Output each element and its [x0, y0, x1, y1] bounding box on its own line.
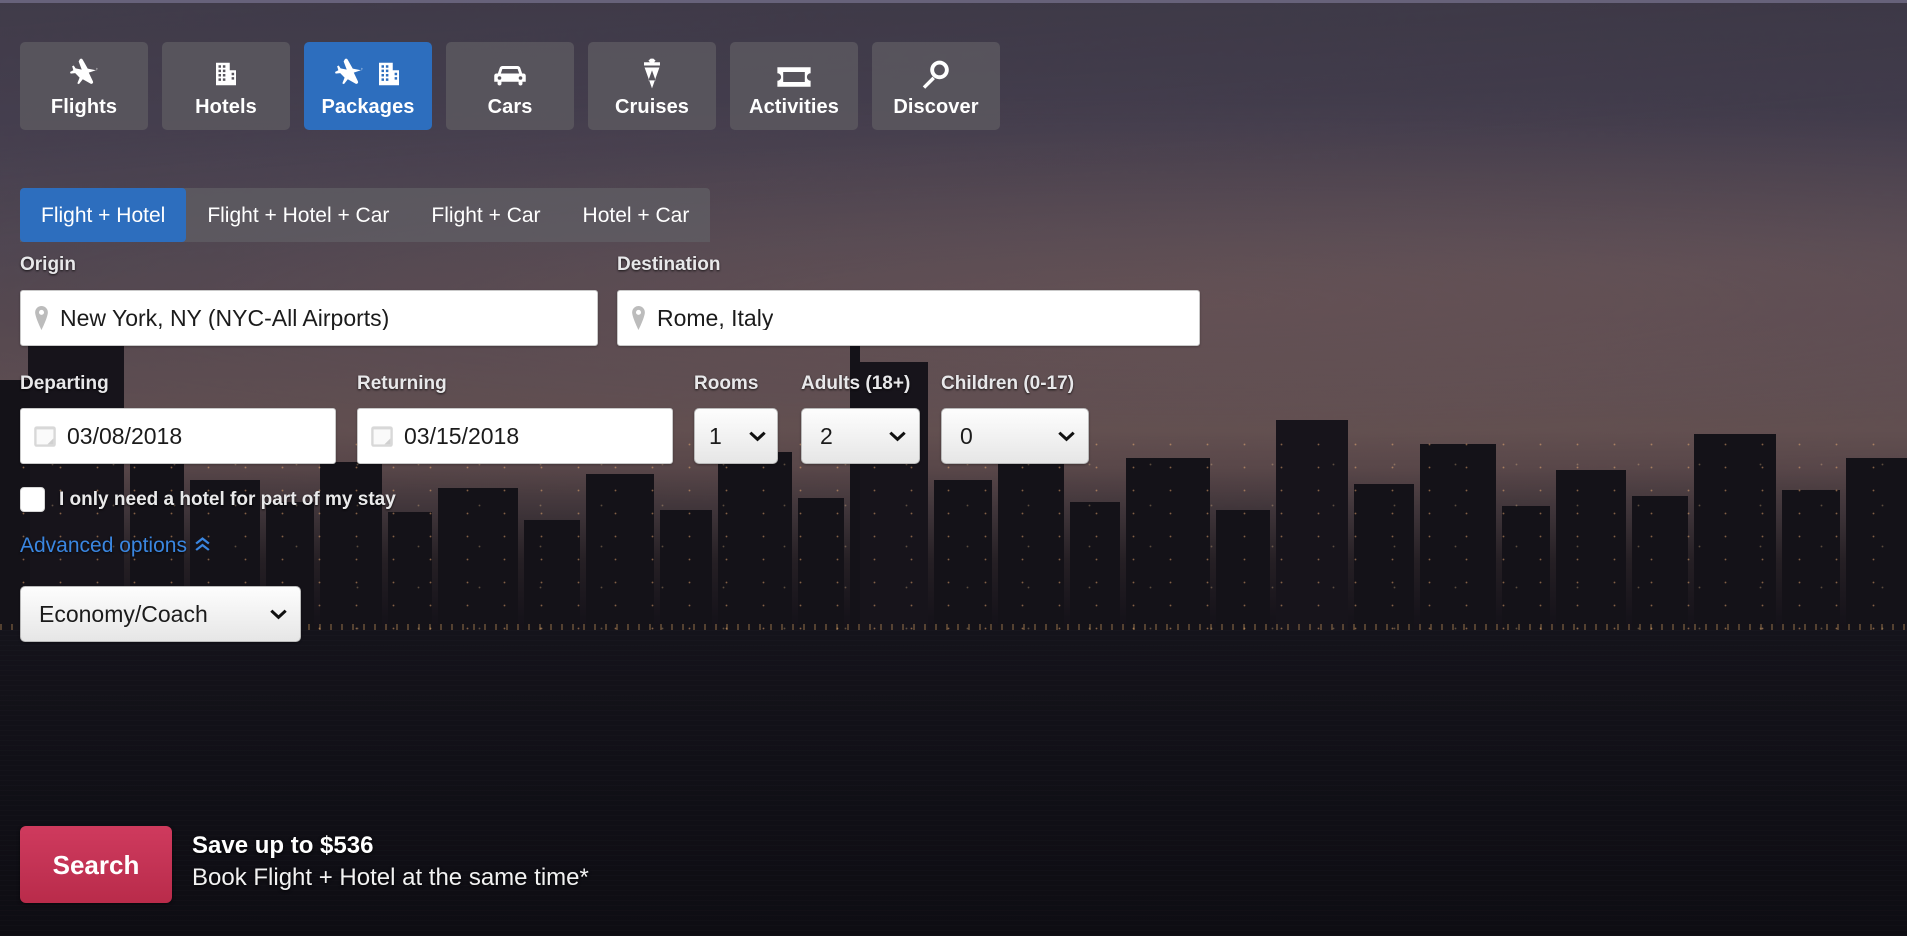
package-tab-flight-car[interactable]: Flight + Car [410, 188, 561, 242]
chevron-down-icon [748, 427, 767, 446]
partial-stay-label: I only need a hotel for part of my stay [59, 490, 396, 509]
origin-label: Origin [20, 255, 76, 274]
departing-date-input[interactable]: 03/08/2018 [20, 408, 336, 464]
product-tab-label: Hotels [195, 97, 257, 117]
advanced-options-toggle[interactable]: Advanced options [20, 535, 211, 556]
product-tab-bar: Flights Hotels [20, 42, 1000, 130]
promo-subline: Book Flight + Hotel at the same time* [192, 862, 589, 894]
product-tab-icons [67, 56, 101, 90]
building-icon [374, 58, 404, 90]
product-tab-flights[interactable]: Flights [20, 42, 148, 130]
partial-stay-checkbox[interactable] [20, 487, 45, 512]
adults-value: 2 [820, 425, 833, 448]
product-tab-label: Flights [51, 97, 117, 117]
double-chevron-up-icon [194, 536, 211, 555]
rooms-select[interactable]: 1 [694, 408, 778, 464]
magnifier-icon [921, 59, 951, 90]
product-tab-icons [776, 56, 812, 90]
product-tab-icons [921, 56, 951, 90]
product-tab-label: Discover [893, 97, 978, 117]
partial-stay-checkbox-row[interactable]: I only need a hotel for part of my stay [20, 487, 396, 512]
product-tab-hotels[interactable]: Hotels [162, 42, 290, 130]
returning-label: Returning [357, 374, 447, 393]
destination-label: Destination [617, 255, 720, 274]
departing-date-value: 03/08/2018 [67, 425, 182, 448]
ship-icon [638, 57, 666, 90]
map-pin-icon [630, 306, 647, 330]
product-tab-icons [492, 56, 528, 90]
product-tab-label: Packages [321, 97, 414, 117]
returning-date-input[interactable]: 03/15/2018 [357, 408, 673, 464]
children-value: 0 [960, 425, 973, 448]
building-icon [211, 58, 241, 90]
adults-select[interactable]: 2 [801, 408, 920, 464]
destination-input[interactable]: Rome, Italy [617, 290, 1200, 346]
promo-message: Save up to $536 Book Flight + Hotel at t… [192, 830, 589, 895]
product-tab-cruises[interactable]: Cruises [588, 42, 716, 130]
cabin-class-value: Economy/Coach [39, 603, 208, 626]
plane-icon [67, 58, 101, 90]
product-tab-icons [211, 56, 241, 90]
package-tab-flight-hotel[interactable]: Flight + Hotel [20, 188, 186, 242]
returning-date-value: 03/15/2018 [404, 425, 519, 448]
plane-icon [332, 58, 366, 90]
rooms-value: 1 [709, 425, 722, 448]
product-tab-label: Activities [749, 97, 839, 117]
product-tab-activities[interactable]: Activities [730, 42, 858, 130]
chevron-down-icon [269, 605, 288, 624]
origin-value: New York, NY (NYC-All Airports) [60, 307, 389, 330]
destination-value: Rome, Italy [657, 307, 773, 330]
package-type-tab-bar: Flight + Hotel Flight + Hotel + Car Flig… [20, 188, 710, 242]
rooms-label: Rooms [694, 374, 758, 393]
children-select[interactable]: 0 [941, 408, 1089, 464]
children-label: Children (0-17) [941, 374, 1074, 393]
car-icon [492, 60, 528, 90]
search-button-label: Search [53, 852, 140, 878]
product-tab-icons [638, 56, 666, 90]
map-pin-icon [33, 306, 50, 330]
promo-headline: Save up to $536 [192, 830, 589, 862]
product-tab-label: Cars [488, 97, 533, 117]
package-tab-flight-hotel-car[interactable]: Flight + Hotel + Car [186, 188, 410, 242]
origin-input[interactable]: New York, NY (NYC-All Airports) [20, 290, 598, 346]
search-button[interactable]: Search [20, 826, 172, 903]
chevron-down-icon [1057, 427, 1076, 446]
calendar-icon [33, 424, 57, 448]
adults-label: Adults (18+) [801, 374, 910, 393]
chevron-down-icon [888, 427, 907, 446]
cabin-class-select[interactable]: Economy/Coach [20, 586, 301, 642]
product-tab-packages[interactable]: Packages [304, 42, 432, 130]
product-tab-icons [332, 56, 404, 90]
departing-label: Departing [20, 374, 109, 393]
travel-search-widget: Flights Hotels [0, 0, 1907, 936]
advanced-options-label: Advanced options [20, 535, 187, 556]
calendar-icon [370, 424, 394, 448]
product-tab-discover[interactable]: Discover [872, 42, 1000, 130]
product-tab-label: Cruises [615, 97, 689, 117]
package-tab-hotel-car[interactable]: Hotel + Car [562, 188, 711, 242]
product-tab-cars[interactable]: Cars [446, 42, 574, 130]
window-top-border [0, 0, 1907, 3]
ticket-icon [776, 64, 812, 90]
